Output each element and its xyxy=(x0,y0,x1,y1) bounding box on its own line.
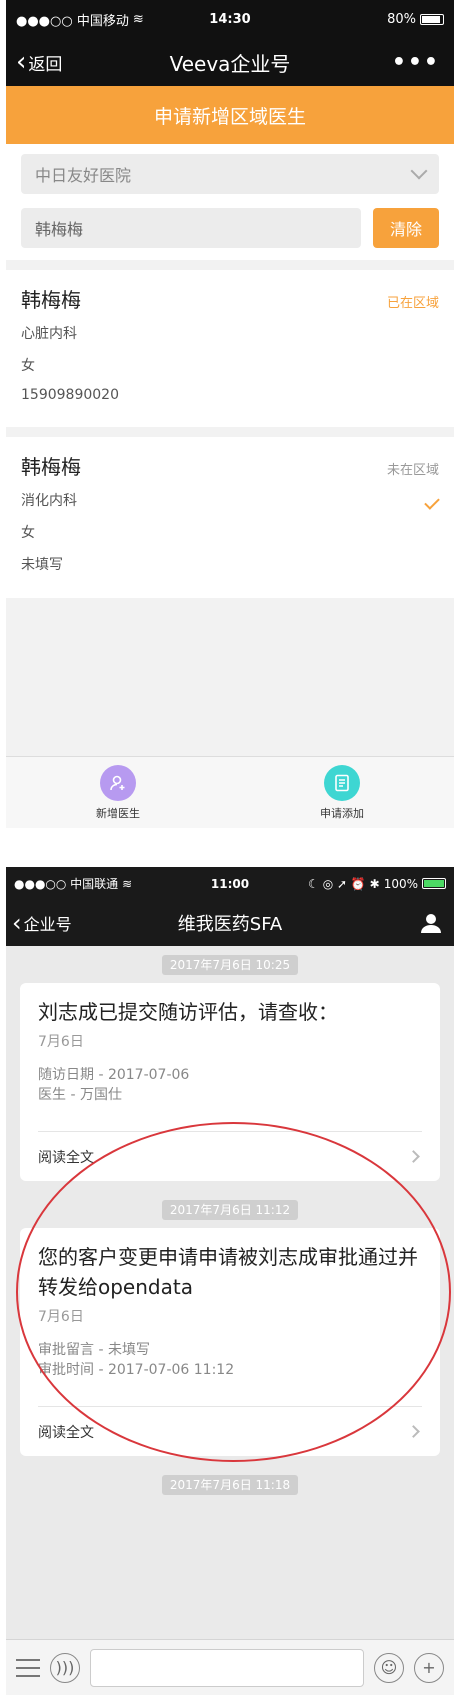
tab-label: 新增医生 xyxy=(96,806,140,820)
message-meta: 医生 - 万国仕 xyxy=(38,1087,122,1103)
back-label: 返回 xyxy=(28,54,63,75)
read-more-link[interactable]: 阅读全文 xyxy=(38,1131,422,1181)
status-badge: 已在区域 xyxy=(386,296,439,311)
battery-icon xyxy=(422,878,446,889)
doctor-phone: 未填写 xyxy=(21,557,63,573)
app-screen-wechat: ●●●○○ 中国联通 ≋ 11:00 ☾ ◎ ➚ ⏰ ✱ 100% ‹ 企业号 … xyxy=(6,867,454,1695)
status-icons: ☾ ◎ ➚ ⏰ ✱ xyxy=(308,876,380,891)
chat-input-bar: ))) ☺ + xyxy=(6,1639,454,1695)
tab-add-doctor[interactable]: 新增医生 xyxy=(6,757,230,828)
menu-icon[interactable] xyxy=(16,1658,40,1677)
back-label: 企业号 xyxy=(23,915,72,934)
message-title: 刘志成已提交随访评估，请查收： xyxy=(38,1000,338,1024)
doctor-list-item[interactable]: 韩梅梅 心脏内科 女 15909890020 已在区域 xyxy=(6,270,454,427)
chevron-left-icon: ‹ xyxy=(12,909,22,937)
message-input[interactable] xyxy=(90,1648,364,1687)
chevron-right-icon xyxy=(407,1425,420,1438)
page-title: 申请新增区域医生 xyxy=(6,86,454,144)
back-button[interactable]: ‹ 返回 xyxy=(6,49,62,75)
status-badge: 未在区域 xyxy=(386,463,439,478)
hospital-select[interactable]: 中日友好医院 xyxy=(21,154,439,194)
doctor-department: 心脏内科 xyxy=(21,326,77,342)
wifi-icon: ≋ xyxy=(132,11,144,27)
person-icon[interactable] xyxy=(420,912,442,934)
back-button[interactable]: ‹ 企业号 xyxy=(6,911,72,935)
nav-bar: ‹ 返回 Veeva企业号 ••• xyxy=(6,38,454,86)
voice-icon[interactable]: ))) xyxy=(50,1652,80,1683)
add-doctor-icon xyxy=(100,764,136,801)
doctor-name: 韩梅梅 xyxy=(21,288,81,312)
filter-panel: 中日友好医院 清除 xyxy=(6,144,454,260)
plus-icon[interactable]: + xyxy=(414,1652,444,1683)
carrier-label: ●●●○○ 中国移动 xyxy=(16,13,129,29)
chat-timestamp: 2017年7月6日 11:12 xyxy=(6,1199,454,1220)
message-title: 您的客户变更申请申请被刘志成审批通过并转发给opendata xyxy=(38,1245,418,1299)
document-icon xyxy=(324,764,360,801)
emoji-icon[interactable]: ☺ xyxy=(374,1652,404,1683)
read-more-label: 阅读全文 xyxy=(38,1149,94,1166)
hospital-select-value: 中日友好医院 xyxy=(35,166,132,185)
nav-bar: ‹ 企业号 维我医药SFA xyxy=(6,900,454,946)
message-date: 7月6日 xyxy=(38,1034,84,1050)
bottom-tab-bar: 新增医生 申请添加 xyxy=(6,756,454,828)
message-meta: 审批时间 - 2017-07-06 11:12 xyxy=(38,1362,235,1378)
nav-title: 维我医药SFA xyxy=(177,914,283,935)
app-screen-veeva: ●●●○○ 中国移动 ≋ 14:30 80% ‹ 返回 Veeva企业号 •••… xyxy=(6,0,454,828)
doctor-list-item[interactable]: 韩梅梅 消化内科 女 未填写 未在区域 xyxy=(6,437,454,598)
battery-percent: 100% xyxy=(383,876,418,891)
chevron-right-icon xyxy=(407,1150,420,1163)
read-more-label: 阅读全文 xyxy=(38,1424,94,1441)
chevron-left-icon: ‹ xyxy=(16,47,27,77)
tab-apply-add[interactable]: 申请添加 xyxy=(230,757,454,828)
message-date: 7月6日 xyxy=(38,1309,84,1325)
carrier-label: ●●●○○ 中国联通 xyxy=(14,877,119,891)
nav-title: Veeva企业号 xyxy=(169,51,291,76)
doctor-phone: 15909890020 xyxy=(21,387,119,403)
tab-label: 申请添加 xyxy=(320,806,364,820)
message-meta: 审批留言 - 未填写 xyxy=(38,1342,150,1358)
chat-timestamp: 2017年7月6日 11:18 xyxy=(6,1474,454,1495)
wifi-icon: ≋ xyxy=(122,876,133,891)
clear-button[interactable]: 清除 xyxy=(373,208,439,248)
doctor-gender: 女 xyxy=(21,358,35,374)
message-card[interactable]: 您的客户变更申请申请被刘志成审批通过并转发给opendata 7月6日 审批留言… xyxy=(20,1228,440,1456)
doctor-gender: 女 xyxy=(21,525,35,541)
more-icon[interactable]: ••• xyxy=(392,50,440,75)
battery-percent: 80% xyxy=(387,11,416,27)
status-bar: ●●●○○ 中国联通 ≋ 11:00 ☾ ◎ ➚ ⏰ ✱ 100% xyxy=(6,867,454,900)
doctor-name: 韩梅梅 xyxy=(21,455,81,479)
chat-timestamp: 2017年7月6日 10:25 xyxy=(6,954,454,975)
read-more-link[interactable]: 阅读全文 xyxy=(38,1406,422,1456)
doctor-department: 消化内科 xyxy=(21,493,77,509)
message-card[interactable]: 刘志成已提交随访评估，请查收： 7月6日 随访日期 - 2017-07-06 医… xyxy=(20,983,440,1181)
search-input[interactable] xyxy=(21,208,361,248)
status-bar: ●●●○○ 中国移动 ≋ 14:30 80% xyxy=(6,0,454,38)
message-meta: 随访日期 - 2017-07-06 xyxy=(38,1067,190,1083)
battery-icon xyxy=(420,13,444,25)
chevron-down-icon xyxy=(410,162,428,180)
